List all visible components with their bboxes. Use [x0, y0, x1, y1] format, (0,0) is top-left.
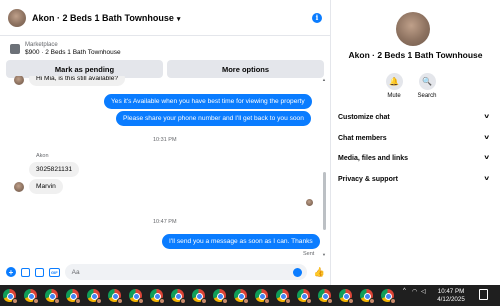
- message-thread[interactable]: Hi Mia, is this still available? Yes it'…: [0, 76, 331, 259]
- section-chat-members[interactable]: Chat members v: [338, 131, 489, 145]
- message-composer: + GIF Aa 👍: [0, 259, 331, 285]
- chrome-icon[interactable]: [87, 289, 102, 304]
- chrome-icon[interactable]: [360, 289, 375, 304]
- message-input[interactable]: Aa: [64, 264, 307, 280]
- chrome-icon[interactable]: [108, 289, 123, 304]
- search-label: Search: [417, 93, 437, 99]
- chrome-icon[interactable]: [339, 289, 354, 304]
- conversation-name: Akon · 2 Beds 1 Bath Townhouse: [348, 50, 483, 60]
- chrome-icon[interactable]: [297, 289, 312, 304]
- section-customize-chat[interactable]: Customize chat v: [338, 110, 489, 124]
- chevron-down-icon: v: [483, 176, 489, 182]
- chevron-down-icon: v: [483, 155, 489, 161]
- message-bubble-out: I'll send you a message as soon as I can…: [162, 234, 320, 249]
- avatar[interactable]: [8, 8, 26, 27]
- chrome-icon[interactable]: [213, 289, 228, 304]
- avatar: [14, 182, 24, 192]
- listing-title: $900 · 2 Beds 1 Bath Townhouse: [25, 49, 121, 56]
- volume-icon[interactable]: ◁: [421, 288, 426, 295]
- message-status: Sent: [303, 251, 315, 257]
- chrome-icon[interactable]: [276, 289, 291, 304]
- section-label: Chat members: [338, 134, 387, 142]
- section-media-files[interactable]: Media, files and links v: [338, 151, 489, 165]
- chrome-icon[interactable]: [3, 289, 18, 304]
- like-icon[interactable]: 👍: [314, 267, 325, 278]
- plus-icon[interactable]: +: [6, 267, 16, 277]
- wifi-icon[interactable]: ◠: [412, 288, 417, 295]
- scroll-down-icon[interactable]: ▼: [322, 252, 326, 257]
- messenger-window: Akon · 2 Beds 1 Bath Townhouse ▾ i Market…: [0, 0, 500, 285]
- message-bubble-in: Hi Mia, is this still available?: [29, 76, 126, 86]
- chrome-icon[interactable]: [192, 289, 207, 304]
- search-button[interactable]: 🔍 Search: [407, 73, 447, 99]
- chrome-icon[interactable]: [318, 289, 333, 304]
- chevron-down-icon: v: [483, 135, 489, 141]
- chrome-icon[interactable]: [129, 289, 144, 304]
- avatar[interactable]: [396, 12, 430, 46]
- taskbar: ^ ◠ ◁ 10:47 PM 4/12/2025: [0, 285, 500, 306]
- timestamp: 10:31 PM: [153, 137, 177, 143]
- avatar: [14, 76, 24, 85]
- chevron-down-icon: v: [483, 114, 489, 120]
- chat-header: Akon · 2 Beds 1 Bath Townhouse ▾ i: [0, 0, 330, 36]
- marketplace-listing[interactable]: Marketplace $900 · 2 Beds 1 Bath Townhou…: [0, 39, 330, 59]
- chat-title-text: Akon · 2 Beds 1 Bath Townhouse: [32, 12, 174, 23]
- photo-icon[interactable]: [21, 267, 30, 277]
- chrome-icon[interactable]: [66, 289, 81, 304]
- section-label: Media, files and links: [338, 154, 409, 162]
- message-bubble-out: Please share your phone number and I'll …: [116, 111, 311, 126]
- listing-category: Marketplace: [25, 42, 58, 48]
- chevron-down-icon: ▾: [176, 15, 181, 23]
- chrome-icon[interactable]: [24, 289, 39, 304]
- chevron-up-icon[interactable]: ^: [403, 288, 406, 294]
- message-bubble-out: Yes it's Available when you have best ti…: [104, 94, 312, 109]
- chrome-icon[interactable]: [234, 289, 249, 304]
- message-input-placeholder: Aa: [71, 268, 80, 276]
- conversation-pane: Akon · 2 Beds 1 Bath Townhouse ▾ i Market…: [0, 0, 331, 285]
- scrollbar-thumb[interactable]: [323, 172, 326, 230]
- clock-date: 4/12/2025: [437, 296, 465, 303]
- timestamp: 10:47 PM: [153, 219, 177, 225]
- message-bubble-in: Marvin: [29, 179, 63, 194]
- emoji-icon[interactable]: [292, 267, 302, 277]
- listing-thumbnail: [10, 44, 20, 54]
- chrome-icon[interactable]: [150, 289, 165, 304]
- system-clock[interactable]: 10:47 PM 4/12/2025: [431, 288, 471, 304]
- clock-time: 10:47 PM: [437, 288, 465, 295]
- search-icon: 🔍: [418, 73, 436, 90]
- listing-text: Marketplace $900 · 2 Beds 1 Bath Townhou…: [25, 41, 121, 57]
- section-privacy-support[interactable]: Privacy & support v: [338, 172, 489, 186]
- conversation-info-pane: Akon · 2 Beds 1 Bath Townhouse 🔔 Mute 🔍 …: [331, 0, 500, 285]
- notification-icon[interactable]: [479, 289, 488, 300]
- message-bubble-in: 3025821131: [29, 162, 80, 177]
- bell-icon: 🔔: [385, 73, 403, 90]
- sender-name: Akon: [36, 153, 49, 159]
- info-icon[interactable]: i: [312, 12, 322, 23]
- chrome-icon[interactable]: [45, 289, 60, 304]
- chrome-icon[interactable]: [171, 289, 186, 304]
- section-label: Customize chat: [338, 113, 390, 121]
- chat-title[interactable]: Akon · 2 Beds 1 Bath Townhouse ▾: [32, 13, 180, 23]
- section-label: Privacy & support: [338, 175, 398, 183]
- sticker-icon[interactable]: [35, 267, 44, 277]
- chrome-icon[interactable]: [255, 289, 270, 304]
- seen-avatar: [306, 199, 313, 206]
- chrome-icon[interactable]: [381, 289, 396, 304]
- gif-icon[interactable]: GIF: [49, 267, 60, 277]
- scroll-up-icon[interactable]: ▲: [322, 77, 326, 82]
